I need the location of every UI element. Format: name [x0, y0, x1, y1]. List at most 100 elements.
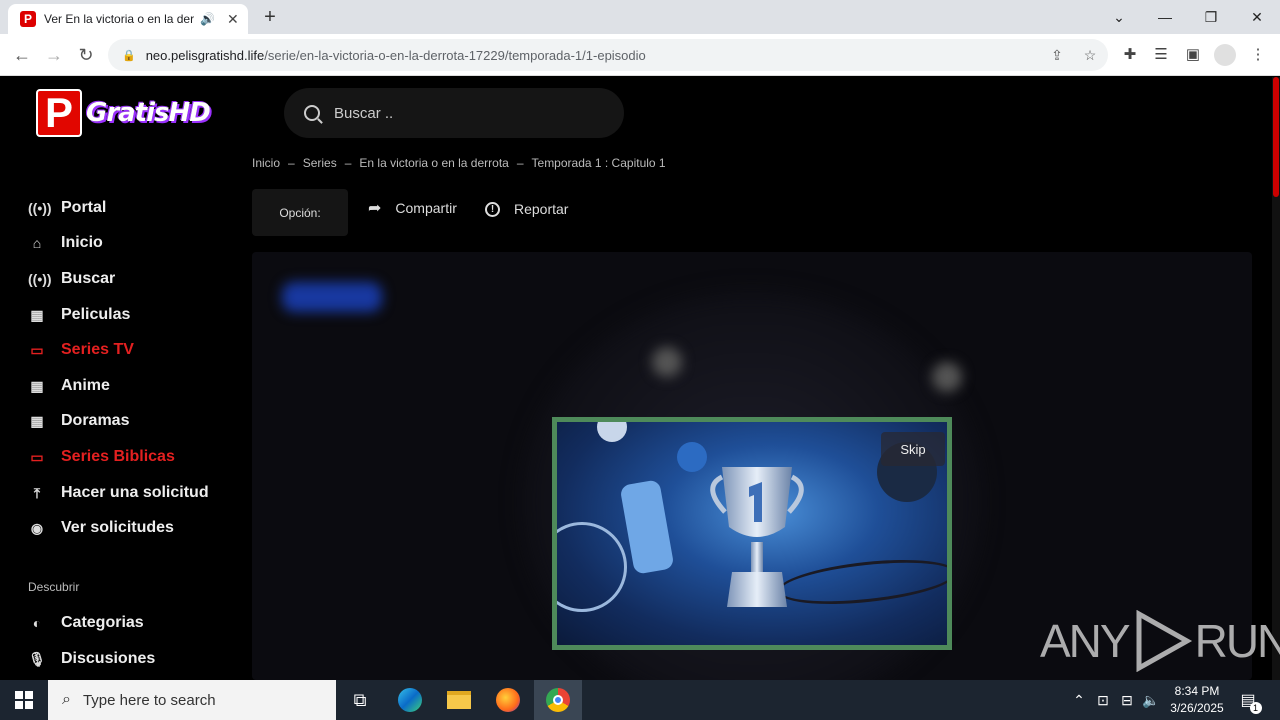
sidebar-section-heading: Descubrir — [28, 580, 80, 594]
windows-logo-icon — [15, 691, 33, 709]
menu-icon[interactable]: ⋮ — [1248, 45, 1268, 65]
tab-search-chevron-icon[interactable]: ⌄ — [1096, 0, 1142, 34]
tv-icon: ▭ — [30, 341, 44, 358]
page-content: P GratisHD Inicio – Series – En la victo… — [0, 77, 1272, 680]
sidebar-item-label: Hacer una solicitud — [61, 484, 209, 501]
sidebar-item-label: Series Biblicas — [61, 448, 175, 465]
skip-ad-button[interactable]: Skip — [881, 432, 945, 466]
sidebar-item-label: Buscar — [61, 270, 116, 287]
clock-date: 3/26/2025 — [1170, 701, 1224, 715]
racket-icon — [557, 522, 627, 612]
sidebar-item-ver-solicitudes[interactable]: ◉ Ver solicitudes — [28, 519, 174, 537]
breadcrumb-inicio[interactable]: Inicio — [252, 156, 280, 170]
site-favicon-icon: P — [20, 11, 36, 27]
sidebar-item-inicio[interactable]: ⌂ Inicio — [28, 234, 103, 252]
edge-icon[interactable] — [386, 680, 434, 720]
sidebar-item-label: Peliculas — [61, 306, 131, 323]
sidebar-item-label: Anime — [61, 377, 110, 394]
taskbar-search[interactable]: ⌕ — [48, 680, 336, 720]
breadcrumb-show[interactable]: En la victoria o en la derrota — [359, 156, 508, 170]
sidebar-item-categorias[interactable]: ◐ Categorias — [28, 614, 144, 632]
breadcrumb-series[interactable]: Series — [303, 156, 337, 170]
film-icon: ▦ — [30, 377, 44, 394]
logo-text: GratisHD — [86, 98, 211, 128]
clock-time: 8:34 PM — [1174, 684, 1220, 698]
site-search — [284, 88, 624, 138]
sidebar-item-hacer-solicitud[interactable]: ⤒ Hacer una solicitud — [28, 484, 209, 502]
minimize-button[interactable]: — — [1142, 0, 1188, 34]
url-text[interactable]: neo.pelisgratishd.life/serie/en-la-victo… — [146, 48, 646, 63]
sidebar-item-label: Doramas — [61, 412, 130, 429]
start-button[interactable] — [0, 680, 48, 720]
sidebar-item-doramas[interactable]: ▦ Doramas — [28, 412, 129, 430]
notification-count: 1 — [1249, 702, 1262, 714]
scrollbar-thumb[interactable] — [1273, 77, 1279, 197]
sidepanel-icon[interactable]: ▣ — [1183, 45, 1203, 65]
firefox-icon[interactable] — [484, 680, 532, 720]
taskbar-clock[interactable]: 8:34 PM 3/26/2025 — [1166, 683, 1228, 717]
tray-chevron-icon[interactable]: ⌃ — [1070, 680, 1088, 720]
report-label: Reportar — [514, 201, 569, 217]
back-icon[interactable]: ← — [10, 43, 34, 67]
extensions-icon[interactable]: ✚ — [1120, 45, 1140, 65]
meet-now-icon[interactable]: ⊡ — [1094, 680, 1112, 720]
sidebar-item-label: Series TV — [61, 341, 134, 358]
forward-icon[interactable]: → — [42, 43, 66, 67]
site-logo[interactable]: P GratisHD — [36, 89, 211, 137]
breadcrumb: Inicio – Series – En la victoria o en la… — [252, 156, 666, 170]
search-icon[interactable] — [304, 105, 320, 121]
network-icon[interactable]: ⊟ — [1117, 680, 1137, 720]
play-triangle-icon — [1136, 610, 1192, 672]
address-bar[interactable]: 🔒 neo.pelisgratishd.life/serie/en-la-vic… — [108, 39, 1108, 71]
notifications-icon[interactable]: ▤ 1 — [1236, 680, 1262, 720]
ball-icon — [597, 422, 627, 442]
page-scrollbar[interactable] — [1272, 77, 1280, 680]
new-tab-button[interactable]: + — [258, 6, 282, 30]
sidebar-item-series-biblicas[interactable]: ▭ Series Biblicas — [28, 448, 175, 466]
search-icon: ⌕ — [62, 691, 71, 708]
share-icon[interactable]: ⇪ — [1048, 46, 1066, 64]
mic-icon: 🎙 — [28, 650, 46, 667]
volume-icon[interactable]: 🔈 — [1141, 680, 1161, 720]
sidebar-item-discusiones[interactable]: 🎙 Discusiones — [28, 650, 155, 668]
ad-popup[interactable]: Skip — [552, 417, 952, 650]
watermark-text-right: RUN — [1194, 615, 1280, 667]
sidebar-item-portal[interactable]: ((•)) Portal — [28, 199, 106, 217]
blurred-button — [282, 282, 382, 312]
star-icon[interactable]: ☆ — [1081, 46, 1099, 64]
sidebar-item-anime[interactable]: ▦ Anime — [28, 377, 110, 395]
breadcrumb-separator: – — [516, 156, 524, 170]
sidebar-item-label: Inicio — [61, 234, 103, 251]
task-view-icon[interactable]: ⧉ — [336, 680, 384, 720]
trophy-icon — [710, 467, 804, 607]
watermark-text-left: ANY — [1040, 615, 1131, 667]
window-close-button[interactable]: ✕ — [1234, 0, 1280, 34]
opcion-button[interactable]: Opción: — [252, 189, 348, 236]
browser-tabbar: P Ver En la victoria o en la derrota 🔊 ✕… — [0, 0, 1280, 34]
browser-tab[interactable]: P Ver En la victoria o en la derrota 🔊 ✕ — [8, 4, 248, 34]
browser-toolbar: ← → ↻ 🔒 neo.pelisgratishd.life/serie/en-… — [0, 34, 1280, 76]
sidebar-item-buscar[interactable]: ((•)) Buscar — [28, 270, 115, 288]
broadcast-icon: ((•)) — [28, 271, 52, 287]
lock-icon[interactable]: 🔒 — [122, 49, 136, 62]
chrome-icon[interactable] — [534, 680, 582, 720]
share-button[interactable]: ➦ Compartir — [368, 198, 457, 218]
report-button[interactable]: ! Reportar — [485, 201, 568, 217]
share-arrow-icon: ➦ — [368, 200, 382, 217]
taskbar-search-input[interactable] — [82, 691, 323, 709]
audio-playing-icon[interactable]: 🔊 — [200, 12, 215, 26]
sidebar-item-series-tv[interactable]: ▭ Series TV — [28, 341, 134, 359]
ball-icon — [677, 442, 707, 472]
file-explorer-icon[interactable] — [435, 680, 483, 720]
blurred-dot — [932, 362, 962, 392]
film-icon: ▦ — [30, 412, 44, 429]
search-input[interactable] — [334, 104, 594, 122]
profile-icon[interactable] — [1214, 44, 1236, 66]
tab-close-icon[interactable]: ✕ — [227, 11, 239, 28]
reload-icon[interactable]: ↻ — [74, 43, 98, 67]
restore-button[interactable]: ❐ — [1188, 0, 1234, 34]
media-icon[interactable]: ☰ — [1151, 45, 1171, 65]
sidebar-item-peliculas[interactable]: ▦ Peliculas — [28, 306, 130, 324]
windows-taskbar: ⌕ ⧉ ⌃ ⊡ ⊟ 🔈 8:34 PM 3/26/2025 ▤1 — [0, 680, 1280, 720]
sidebar-item-label: Discusiones — [61, 650, 156, 667]
